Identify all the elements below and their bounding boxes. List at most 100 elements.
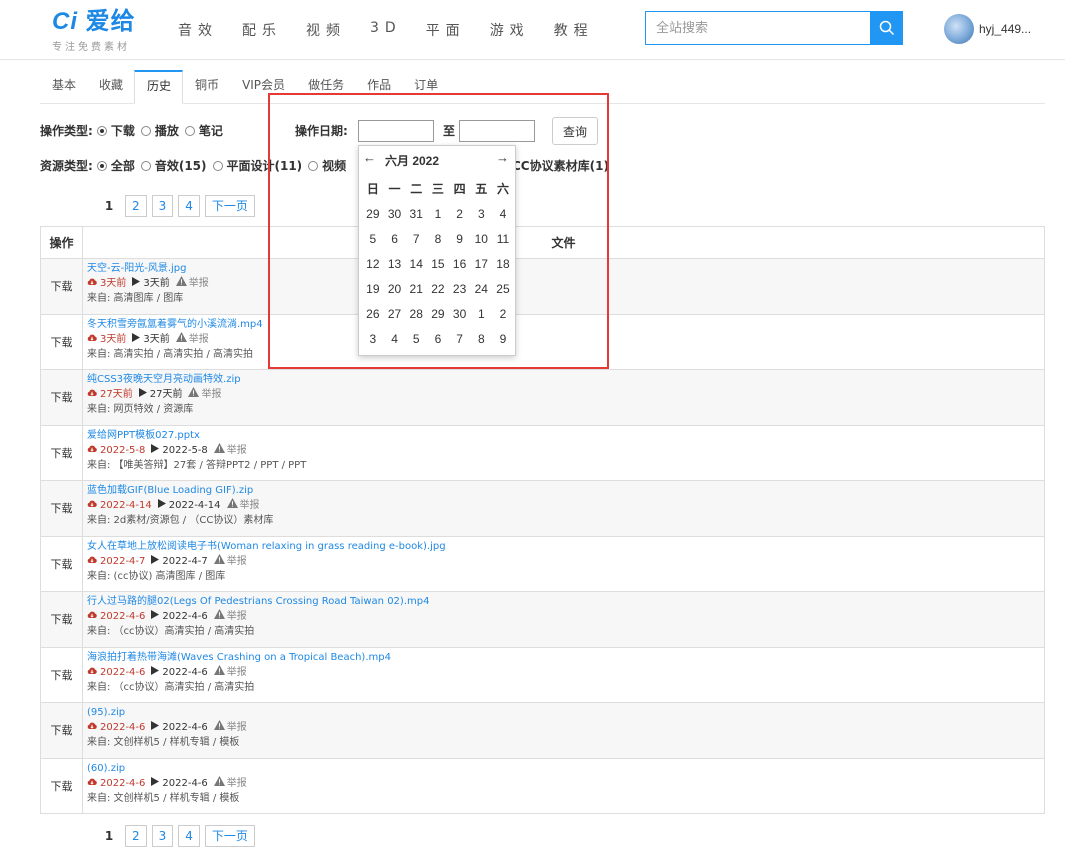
calendar-day[interactable]: 24 bbox=[470, 282, 492, 296]
radio-sound[interactable]: 音效(15) bbox=[140, 157, 207, 174]
page-link[interactable]: 4 bbox=[178, 195, 200, 217]
radio-graphic[interactable]: 平面设计(11) bbox=[212, 157, 302, 174]
user-avatar[interactable] bbox=[944, 14, 974, 44]
calendar-day[interactable]: 18 bbox=[492, 257, 514, 271]
download-link[interactable]: 下载 bbox=[41, 370, 83, 425]
calendar-day[interactable]: 3 bbox=[362, 332, 384, 346]
calendar-day[interactable]: 16 bbox=[449, 257, 471, 271]
calendar-day[interactable]: 9 bbox=[449, 232, 471, 246]
tab-favorites[interactable]: 收藏 bbox=[87, 70, 134, 104]
calendar-day[interactable]: 12 bbox=[362, 257, 384, 271]
nav-item-music[interactable]: 配乐 bbox=[242, 20, 282, 40]
download-link[interactable]: 下载 bbox=[41, 758, 83, 813]
calendar-day[interactable]: 6 bbox=[384, 232, 406, 246]
report-link[interactable]: 举报 bbox=[213, 775, 247, 791]
file-name-link[interactable]: 蓝色加载GIF(Blue Loading GIF).zip bbox=[87, 483, 1044, 498]
calendar-day[interactable]: 28 bbox=[405, 307, 427, 321]
nav-item-3d[interactable]: 3D bbox=[370, 20, 402, 40]
calendar-day[interactable]: 30 bbox=[384, 207, 406, 221]
calendar-day[interactable]: 7 bbox=[405, 232, 427, 246]
report-link[interactable]: 举报 bbox=[213, 609, 247, 624]
page-link[interactable]: 4 bbox=[178, 825, 200, 847]
calendar-day[interactable]: 20 bbox=[384, 282, 406, 296]
site-logo[interactable]: Ci 爱给 专注免费素材 bbox=[52, 8, 136, 53]
calendar-day[interactable]: 22 bbox=[427, 282, 449, 296]
file-name-link[interactable]: 冬天积雪旁氤氲着雾气的小溪流淌.mp4 bbox=[87, 317, 1044, 332]
file-name-link[interactable]: 海浪拍打着热带海滩(Waves Crashing on a Tropical B… bbox=[87, 650, 1044, 665]
calendar-day[interactable]: 30 bbox=[449, 307, 471, 321]
report-link[interactable]: 举报 bbox=[175, 276, 209, 291]
date-to-input[interactable] bbox=[459, 120, 535, 142]
radio-download[interactable]: 下载 bbox=[96, 122, 135, 139]
calendar-day[interactable]: 5 bbox=[405, 332, 427, 346]
nav-item-sound[interactable]: 音效 bbox=[178, 20, 218, 40]
download-link[interactable]: 下载 bbox=[41, 481, 83, 536]
radio-cc[interactable]: CC协议素材库(1) bbox=[512, 157, 609, 174]
calendar-day[interactable]: 4 bbox=[384, 332, 406, 346]
report-link[interactable]: 举报 bbox=[226, 498, 260, 513]
calendar-day[interactable]: 4 bbox=[492, 207, 514, 221]
report-link[interactable]: 举报 bbox=[213, 553, 247, 569]
report-link[interactable]: 举报 bbox=[175, 331, 209, 347]
calendar-day[interactable]: 5 bbox=[362, 232, 384, 246]
calendar-day[interactable]: 26 bbox=[362, 307, 384, 321]
search-input[interactable]: 全站搜索 bbox=[645, 11, 871, 45]
download-link[interactable]: 下载 bbox=[41, 703, 83, 758]
file-name-link[interactable]: (95).zip bbox=[87, 705, 1044, 720]
calendar-day[interactable]: 8 bbox=[470, 332, 492, 346]
calendar-day[interactable]: 2 bbox=[492, 307, 514, 321]
calendar-day[interactable]: 1 bbox=[470, 307, 492, 321]
calendar-day[interactable]: 13 bbox=[384, 257, 406, 271]
calendar-day[interactable]: 25 bbox=[492, 282, 514, 296]
download-link[interactable]: 下载 bbox=[41, 314, 83, 369]
page-next[interactable]: 下一页 bbox=[204, 195, 255, 217]
file-name-link[interactable]: 纯CSS3夜晚天空月亮动画特效.zip bbox=[87, 372, 1044, 387]
nav-item-graphic[interactable]: 平面 bbox=[426, 20, 466, 40]
tab-tasks[interactable]: 做任务 bbox=[296, 70, 355, 104]
download-link[interactable]: 下载 bbox=[41, 647, 83, 702]
date-from-input[interactable] bbox=[358, 120, 434, 142]
file-name-link[interactable]: 爱给网PPT模板027.pptx bbox=[87, 428, 1044, 443]
calendar-day[interactable]: 10 bbox=[470, 232, 492, 246]
radio-all[interactable]: 全部 bbox=[96, 157, 135, 174]
calendar-day[interactable]: 3 bbox=[470, 207, 492, 221]
search-button[interactable] bbox=[870, 11, 903, 45]
calendar-day[interactable]: 6 bbox=[427, 332, 449, 346]
page-next[interactable]: 下一页 bbox=[204, 825, 255, 847]
username[interactable]: hyj_449... bbox=[979, 22, 1031, 36]
page-link[interactable]: 3 bbox=[151, 825, 174, 847]
tab-vip[interactable]: VIP会员 bbox=[230, 70, 296, 104]
prev-month-arrow-icon[interactable]: ← bbox=[363, 150, 376, 165]
calendar-day[interactable]: 29 bbox=[427, 307, 449, 321]
tab-works[interactable]: 作品 bbox=[355, 70, 402, 104]
query-button[interactable]: 查询 bbox=[552, 117, 598, 145]
download-link[interactable]: 下载 bbox=[41, 536, 83, 591]
calendar-day[interactable]: 2 bbox=[449, 207, 471, 221]
radio-note[interactable]: 笔记 bbox=[184, 122, 223, 139]
download-link[interactable]: 下载 bbox=[41, 259, 83, 314]
radio-play[interactable]: 播放 bbox=[140, 122, 179, 139]
calendar-day[interactable]: 23 bbox=[449, 282, 471, 296]
report-link[interactable]: 举报 bbox=[213, 720, 247, 735]
nav-item-video[interactable]: 视频 bbox=[306, 20, 346, 40]
download-link[interactable]: 下载 bbox=[41, 592, 83, 647]
nav-item-game[interactable]: 游戏 bbox=[490, 20, 530, 40]
page-link[interactable]: 2 bbox=[125, 825, 147, 847]
calendar-day[interactable]: 9 bbox=[492, 332, 514, 346]
download-link[interactable]: 下载 bbox=[41, 425, 83, 480]
calendar-day[interactable]: 29 bbox=[362, 207, 384, 221]
calendar-day[interactable]: 21 bbox=[405, 282, 427, 296]
file-name-link[interactable]: 行人过马路的腿02(Legs Of Pedestrians Crossing R… bbox=[87, 594, 1044, 609]
calendar-day[interactable]: 31 bbox=[405, 207, 427, 221]
calendar-day[interactable]: 1 bbox=[427, 207, 449, 221]
page-link[interactable]: 2 bbox=[125, 195, 147, 217]
calendar-day[interactable]: 14 bbox=[405, 257, 427, 271]
tab-history[interactable]: 历史 bbox=[134, 70, 184, 104]
file-name-link[interactable]: 天空-云-阳光-风景.jpg bbox=[87, 261, 1044, 276]
page-link[interactable]: 3 bbox=[151, 195, 174, 217]
report-link[interactable]: 举报 bbox=[188, 387, 221, 402]
calendar-day[interactable]: 7 bbox=[449, 332, 471, 346]
tab-basic[interactable]: 基本 bbox=[40, 70, 87, 104]
report-link[interactable]: 举报 bbox=[213, 664, 247, 680]
file-name-link[interactable]: (60).zip bbox=[87, 761, 1044, 776]
